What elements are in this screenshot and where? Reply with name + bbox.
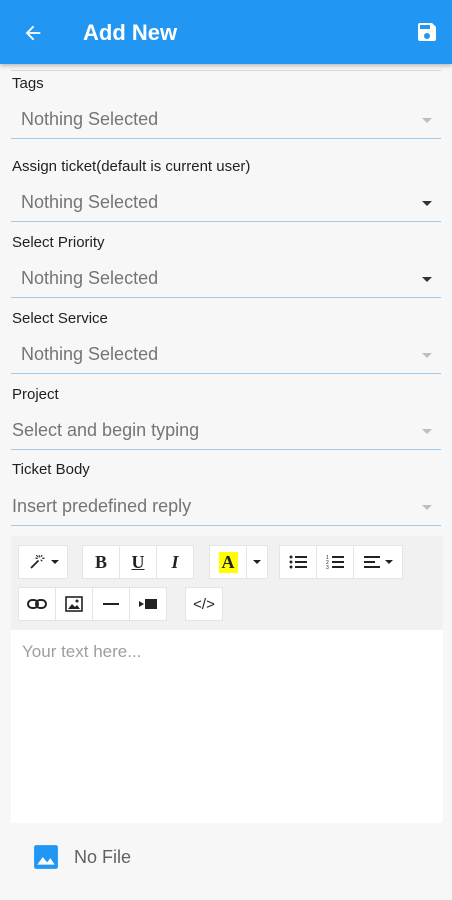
code-view-button[interactable]: </>	[185, 587, 223, 621]
tags-label: Tags	[12, 75, 44, 92]
service-value: Nothing Selected	[21, 344, 159, 364]
insert-link-button[interactable]	[18, 587, 56, 621]
rich-text-editor: B U I A 123 </> Your text here...	[11, 536, 443, 823]
priority-select[interactable]: Nothing Selected	[11, 262, 441, 298]
project-value: Select and begin typing	[12, 420, 200, 440]
bold-icon: B	[94, 551, 107, 572]
bold-button[interactable]: B	[82, 545, 120, 579]
style-button[interactable]	[18, 545, 68, 579]
chevron-down-icon	[422, 353, 432, 358]
project-select[interactable]: Select and begin typing	[11, 414, 441, 450]
chevron-down-icon	[422, 277, 432, 282]
align-left-icon	[363, 556, 380, 568]
tags-value: Nothing Selected	[21, 109, 159, 129]
image-icon[interactable]	[33, 844, 59, 870]
service-label: Select Service	[12, 310, 108, 327]
save-button[interactable]	[414, 19, 440, 45]
underline-icon: U	[131, 551, 145, 572]
assign-ticket-select[interactable]: Nothing Selected	[11, 186, 441, 222]
code-icon: </>	[193, 595, 215, 613]
svg-text:3: 3	[326, 565, 329, 570]
magic-wand-icon	[29, 554, 44, 569]
divider	[11, 70, 441, 71]
chevron-down-icon	[422, 118, 432, 123]
save-icon	[418, 23, 436, 41]
editor-text-area[interactable]: Your text here...	[11, 630, 443, 823]
editor-toolbar: B U I A 123 </>	[11, 536, 443, 630]
chevron-down-icon	[422, 505, 432, 510]
chevron-down-icon	[422, 429, 432, 434]
paragraph-align-button[interactable]	[353, 545, 403, 579]
predefined-reply-value: Insert predefined reply	[12, 496, 192, 516]
service-select[interactable]: Nothing Selected	[11, 338, 441, 374]
italic-icon: I	[171, 551, 179, 572]
link-icon	[27, 599, 47, 609]
insert-video-button[interactable]	[129, 587, 167, 621]
chevron-down-icon	[422, 201, 432, 206]
horizontal-rule-button[interactable]	[92, 587, 130, 621]
highlight-color-button[interactable]: A	[209, 545, 247, 579]
page-title: Add New	[83, 20, 178, 45]
back-button[interactable]	[18, 18, 48, 48]
unordered-list-button[interactable]	[279, 545, 317, 579]
ticket-body-label: Ticket Body	[12, 461, 90, 478]
insert-picture-button[interactable]	[55, 587, 93, 621]
priority-value: Nothing Selected	[21, 268, 159, 288]
priority-label: Select Priority	[12, 234, 105, 251]
project-label: Project	[12, 386, 59, 403]
picture-icon	[65, 596, 83, 612]
highlight-icon: A	[218, 551, 238, 573]
video-icon	[139, 599, 157, 609]
ordered-list-button[interactable]: 123	[316, 545, 354, 579]
assign-ticket-value: Nothing Selected	[21, 192, 159, 212]
horizontal-rule-icon	[103, 603, 119, 605]
app-bar: Add New	[0, 0, 452, 64]
editor-placeholder: Your text here...	[22, 642, 142, 661]
assign-ticket-label: Assign ticket(default is current user)	[12, 158, 251, 175]
underline-button[interactable]: U	[119, 545, 157, 579]
italic-button[interactable]: I	[156, 545, 194, 579]
bulleted-list-icon	[289, 555, 307, 569]
attachment-row[interactable]: No File	[0, 823, 452, 891]
numbered-list-icon: 123	[326, 555, 344, 570]
predefined-reply-select[interactable]: Insert predefined reply	[11, 490, 441, 526]
color-dropdown-button[interactable]	[246, 545, 268, 579]
tags-select[interactable]: Nothing Selected	[11, 103, 441, 139]
no-file-label: No File	[74, 847, 132, 867]
arrow-left-icon	[25, 25, 41, 41]
